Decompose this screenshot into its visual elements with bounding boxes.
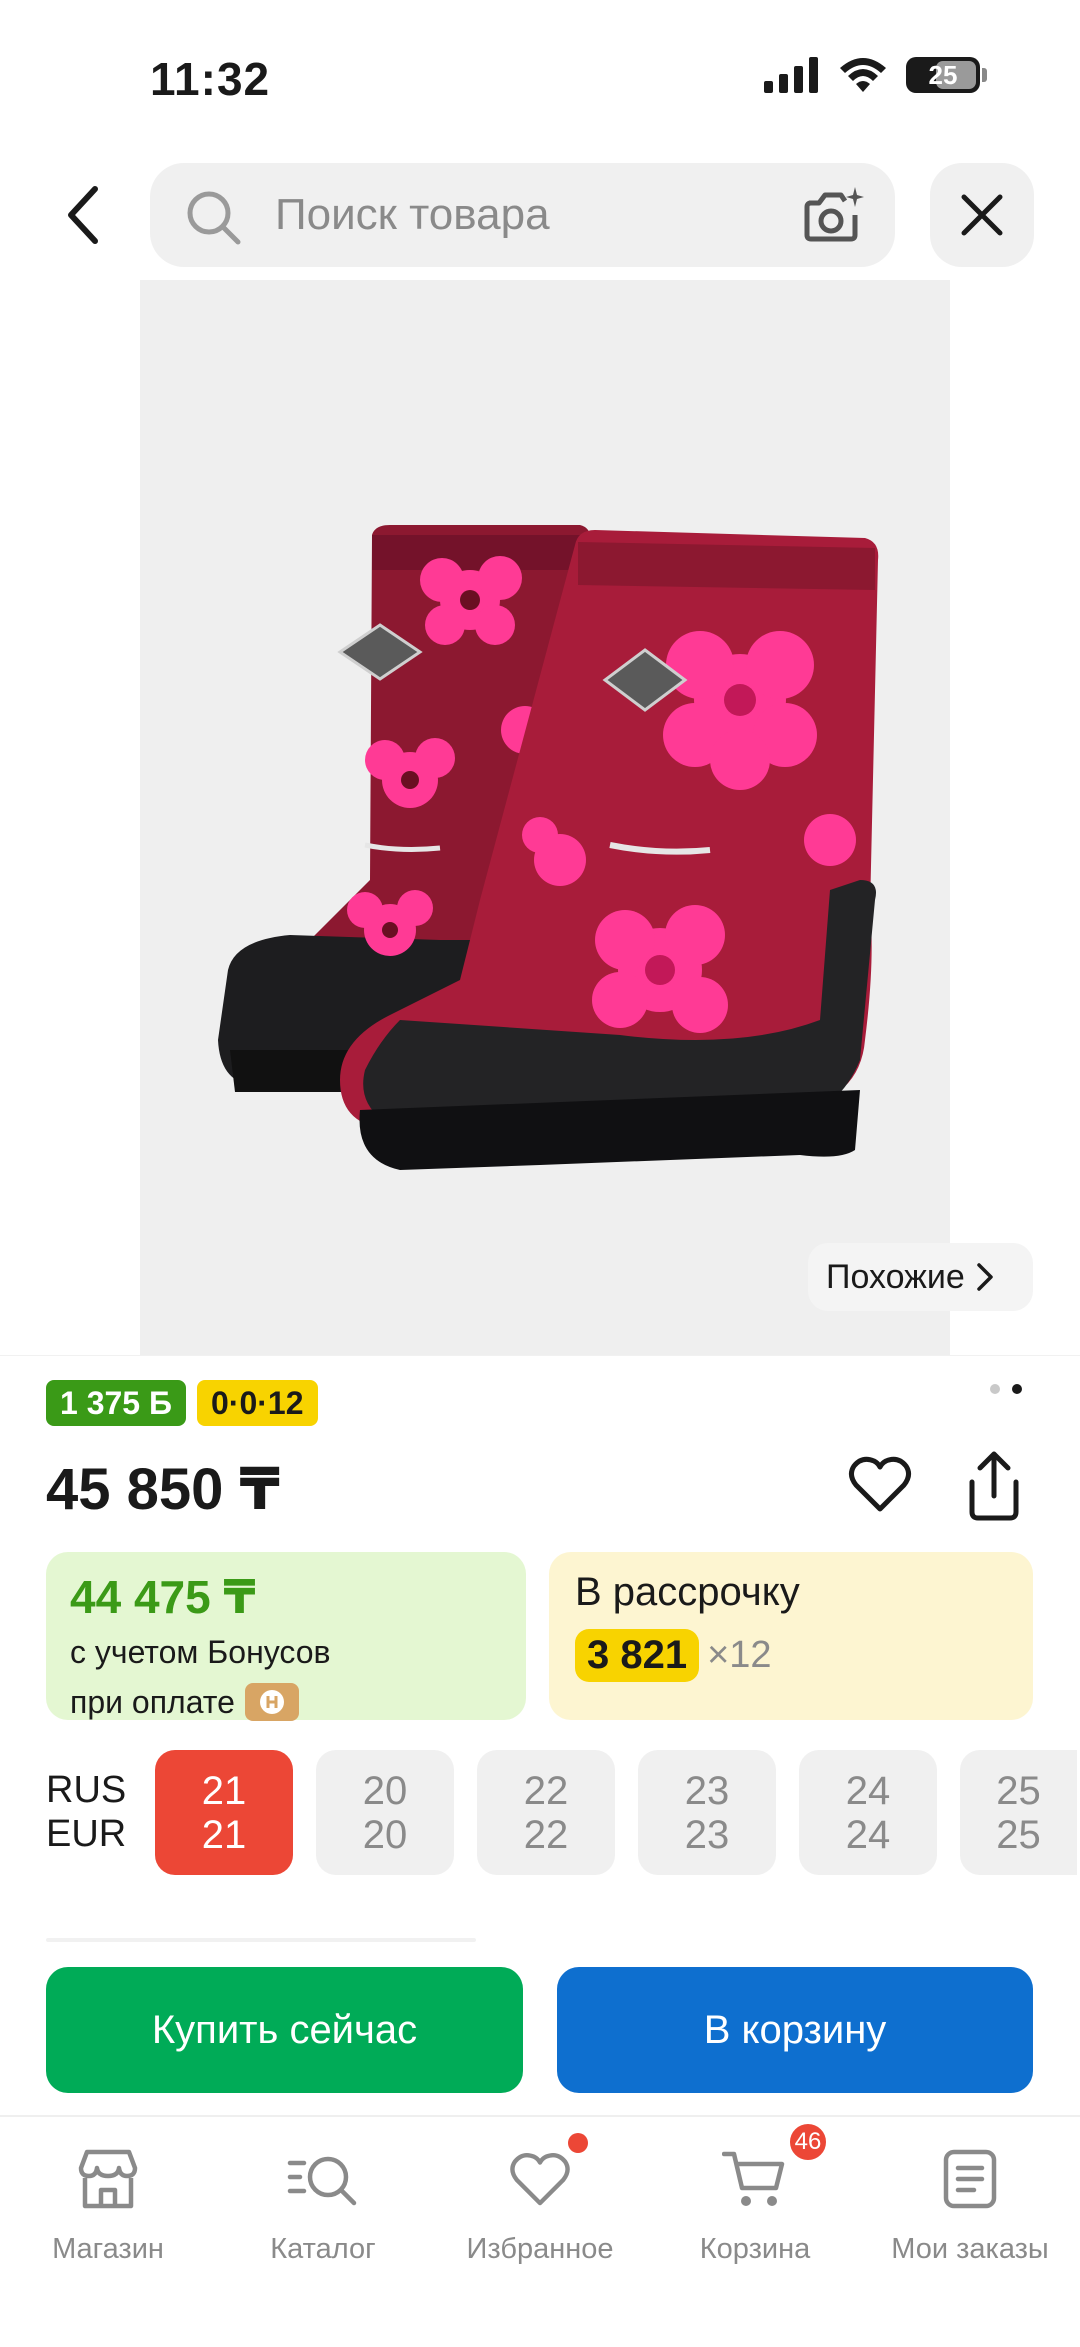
buy-now-button[interactable]: Купить сейчас	[46, 1967, 523, 2093]
battery-level: 25	[928, 59, 958, 90]
cart-icon: 46	[715, 2121, 829, 2219]
cart-count-badge: 46	[787, 2121, 829, 2163]
bonus-text-line1: с учетом Бонусов	[70, 1634, 331, 1670]
size-rus: 23	[684, 1768, 730, 1813]
installment-card[interactable]: В рассрочку 3 821 ×12	[549, 1552, 1033, 1720]
installment-badge: 0·0·12	[197, 1380, 318, 1426]
size-chip[interactable]: 22 22	[477, 1750, 615, 1875]
size-rus: 24	[845, 1768, 891, 1813]
bank-logo-icon	[244, 1683, 299, 1721]
nav-item-favorites[interactable]: Избранное	[440, 2133, 640, 2266]
size-chip[interactable]: 20 20	[316, 1750, 454, 1875]
notification-dot	[568, 2133, 588, 2153]
product-price: 45 850 ₸	[46, 1457, 280, 1522]
size-system-labels: RUS EUR	[46, 1768, 126, 1856]
similar-label: Похожие	[826, 1257, 965, 1296]
chevron-left-icon	[68, 186, 98, 244]
bonus-text-line2-row: при оплате	[70, 1680, 502, 1724]
status-time: 11:32	[150, 53, 271, 105]
nav-item-orders[interactable]: Мои заказы	[870, 2139, 1070, 2266]
nav-item-catalog[interactable]: Каталог	[223, 2139, 423, 2266]
bottom-navigation: Магазин Каталог Избранное 46 Корзина Мои…	[0, 2115, 1080, 2347]
add-to-cart-button[interactable]: В корзину	[557, 1967, 1033, 2093]
size-rus: 20	[362, 1768, 408, 1813]
nav-label-catalog: Каталог	[270, 2233, 376, 2265]
boots-image	[218, 525, 879, 1170]
size-rus: 22	[523, 1768, 569, 1813]
camera-search-icon[interactable]	[801, 185, 865, 245]
size-chip[interactable]: 23 23	[638, 1750, 776, 1875]
search-icon	[187, 191, 241, 245]
installment-title: В рассрочку	[575, 1570, 800, 1614]
pagination-dot	[990, 1384, 1000, 1394]
size-rus: 21	[201, 1768, 247, 1813]
search-input[interactable]	[275, 163, 775, 267]
installment-months: ×12	[707, 1634, 772, 1676]
image-pagination	[990, 1384, 1022, 1394]
nav-label-store: Магазин	[52, 2233, 164, 2265]
size-chip[interactable]: 24 24	[799, 1750, 937, 1875]
nav-label-cart: Корзина	[699, 2233, 811, 2265]
bonus-badge: 1 375 Б	[46, 1380, 186, 1426]
size-rus: 25	[996, 1768, 1041, 1813]
size-chip[interactable]: 25 25	[960, 1750, 1077, 1875]
status-icons: 25	[764, 56, 987, 94]
installment-amount: 3 821	[575, 1629, 700, 1682]
nav-item-store[interactable]: Магазин	[8, 2139, 208, 2266]
wifi-icon	[840, 58, 886, 92]
nav-label-orders: Мои заказы	[891, 2233, 1049, 2265]
heart-icon	[848, 1456, 912, 1512]
size-label-rus: RUS	[46, 1769, 127, 1811]
installment-row: 3 821 ×12	[575, 1629, 1007, 1682]
similar-products-button[interactable]: Похожие	[808, 1243, 1033, 1311]
size-label-eur: EUR	[46, 1813, 127, 1855]
status-bar: 11:32 25	[0, 0, 1080, 150]
share-button[interactable]	[962, 1450, 1032, 1526]
catalog-search-icon	[283, 2139, 363, 2219]
search-box[interactable]	[150, 163, 895, 267]
battery-icon: 25	[906, 57, 987, 93]
product-image[interactable]	[140, 280, 950, 1355]
close-button[interactable]	[930, 163, 1034, 267]
size-eur: 24	[845, 1812, 891, 1857]
orders-icon	[930, 2139, 1010, 2219]
bonus-price: 44 475 ₸	[70, 1571, 256, 1623]
chevron-right-icon	[977, 1263, 993, 1291]
bonus-price-card[interactable]: 44 475 ₸ с учетом Бонусов при оплате	[46, 1552, 526, 1721]
nav-item-cart[interactable]: 46 Корзина	[655, 2121, 855, 2266]
store-icon	[68, 2139, 148, 2219]
favorite-button[interactable]	[848, 1455, 918, 1525]
pagination-dot-active	[1012, 1384, 1022, 1394]
signal-icon	[764, 57, 818, 93]
size-selector: 21 21 20 20 22 22 23 23 24 24 25 25	[155, 1750, 1077, 1875]
size-chip-selected[interactable]: 21 21	[155, 1750, 293, 1875]
size-eur: 25	[996, 1812, 1041, 1857]
size-eur: 23	[684, 1812, 730, 1857]
size-eur: 22	[523, 1812, 569, 1857]
back-button[interactable]	[48, 175, 118, 255]
bonus-text-line2: при оплате	[70, 1684, 235, 1720]
nav-label-favorites: Избранное	[466, 2233, 614, 2265]
close-icon	[961, 194, 1003, 236]
share-icon	[969, 1451, 1019, 1521]
size-eur: 20	[362, 1812, 408, 1857]
heart-icon	[500, 2133, 588, 2219]
size-eur: 21	[201, 1812, 247, 1857]
faded-divider	[46, 1938, 476, 1942]
